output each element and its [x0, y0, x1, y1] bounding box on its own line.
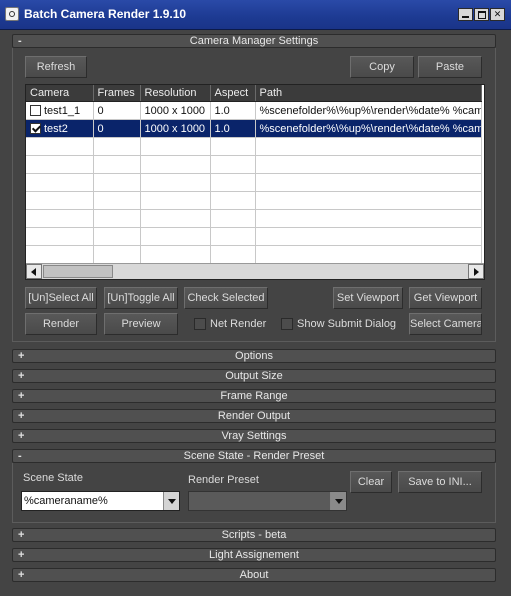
minimize-button[interactable] [458, 8, 473, 21]
empty-row [26, 137, 482, 156]
scene-state-label: Scene State [23, 472, 83, 484]
rollout-output-size[interactable]: + Output Size [12, 369, 496, 383]
scroll-left-icon[interactable] [26, 264, 42, 279]
rollout-options[interactable]: + Options [12, 349, 496, 363]
rollout-about[interactable]: + About [12, 568, 496, 582]
horizontal-scrollbar[interactable] [26, 263, 484, 279]
clear-button[interactable]: Clear [350, 471, 392, 493]
rollout-output-size-label: Output Size [225, 370, 283, 382]
column-header[interactable]: Resolution [140, 85, 211, 102]
scene-state-dropdown[interactable]: %cameraname% [21, 491, 180, 511]
render-preset-dropdown[interactable] [188, 491, 347, 511]
maximize-button[interactable] [474, 8, 489, 21]
column-header[interactable]: Frames [93, 85, 141, 102]
empty-row [26, 245, 482, 264]
camera-name: test2 [44, 122, 68, 135]
rollout-scripts[interactable]: + Scripts - beta [12, 528, 496, 542]
chevron-down-icon[interactable] [330, 492, 346, 510]
close-button[interactable]: ✕ [490, 8, 505, 21]
rollout-scene-state[interactable]: - Scene State - Render Preset [12, 449, 496, 463]
empty-row [26, 173, 482, 192]
column-header[interactable]: Path [255, 85, 482, 102]
rollout-camera-manager-label: Camera Manager Settings [189, 35, 319, 47]
camera-list[interactable]: Camera Frames Resolution Aspect Path tes… [25, 84, 485, 280]
unselect-all-button[interactable]: [Un]Select All [25, 287, 97, 309]
rollout-scene-state-label: Scene State - Render Preset [183, 450, 325, 462]
rollout-vray-settings-label: Vray Settings [221, 430, 287, 442]
resolution-cell: 1000 x 1000 [140, 119, 211, 138]
net-render-label: Net Render [210, 318, 267, 330]
scroll-right-icon[interactable] [468, 264, 484, 279]
window-title: Batch Camera Render 1.9.10 [24, 7, 187, 21]
rollout-options-label: Options [235, 350, 273, 362]
rollout-light-assignment[interactable]: + Light Assignement [12, 548, 496, 562]
copy-button[interactable]: Copy [350, 56, 414, 78]
untoggle-all-button[interactable]: [Un]Toggle All [104, 287, 178, 309]
scene-state-value: %cameraname% [24, 495, 108, 507]
select-camera-button[interactable]: Select Camera [409, 313, 482, 335]
render-preset-label: Render Preset [188, 474, 259, 486]
empty-row [26, 209, 482, 228]
empty-row [26, 227, 482, 246]
app-icon [5, 7, 19, 21]
preview-button[interactable]: Preview [104, 313, 178, 335]
render-button[interactable]: Render [25, 313, 97, 335]
net-render-checkbox[interactable] [194, 318, 206, 330]
camera-enable-checkbox[interactable] [30, 123, 41, 135]
set-viewport-button[interactable]: Set Viewport [333, 287, 403, 309]
refresh-button[interactable]: Refresh [25, 56, 87, 78]
scrollbar-thumb[interactable] [43, 265, 113, 278]
rollout-light-assignment-label: Light Assignement [209, 549, 299, 561]
chevron-down-icon[interactable] [163, 492, 179, 510]
camera-name: test1_1 [44, 104, 81, 117]
resolution-cell: 1000 x 1000 [140, 101, 211, 120]
get-viewport-button[interactable]: Get Viewport [409, 287, 482, 309]
table-row[interactable]: test1_1 0 1000 x 1000 1.0 %scenefolder%\… [26, 101, 482, 120]
rollout-camera-manager[interactable]: - Camera Manager Settings [12, 34, 496, 48]
rollout-about-label: About [239, 569, 269, 581]
empty-row [26, 191, 482, 210]
aspect-cell: 1.0 [210, 101, 256, 120]
path-cell: %scenefolder%\%up%\render\%date% %camera [255, 101, 482, 120]
camera-list-header: Camera Frames Resolution Aspect Path [26, 85, 482, 102]
column-header[interactable]: Camera [26, 85, 94, 102]
show-submit-checkbox[interactable] [281, 318, 293, 330]
path-cell: %scenefolder%\%up%\render\%date% %camera [255, 119, 482, 138]
camera-enable-checkbox[interactable] [30, 105, 41, 117]
column-header[interactable]: Aspect [210, 85, 256, 102]
rollout-scripts-label: Scripts - beta [221, 529, 287, 541]
rollout-frame-range-label: Frame Range [220, 390, 288, 402]
check-selected-button[interactable]: Check Selected [184, 287, 268, 309]
empty-row [26, 155, 482, 174]
save-to-ini-button[interactable]: Save to INI... [398, 471, 482, 493]
frames-cell: 0 [93, 119, 141, 138]
rollout-frame-range[interactable]: + Frame Range [12, 389, 496, 403]
rollout-vray-settings[interactable]: + Vray Settings [12, 429, 496, 443]
frames-cell: 0 [93, 101, 141, 120]
aspect-cell: 1.0 [210, 119, 256, 138]
rollout-render-output[interactable]: + Render Output [12, 409, 496, 423]
rollout-render-output-label: Render Output [217, 410, 291, 422]
paste-button[interactable]: Paste [418, 56, 482, 78]
show-submit-label: Show Submit Dialog [297, 318, 397, 330]
table-row[interactable]: test2 0 1000 x 1000 1.0 %scenefolder%\%u… [26, 119, 482, 138]
title-bar: Batch Camera Render 1.9.10 ✕ [0, 0, 511, 30]
